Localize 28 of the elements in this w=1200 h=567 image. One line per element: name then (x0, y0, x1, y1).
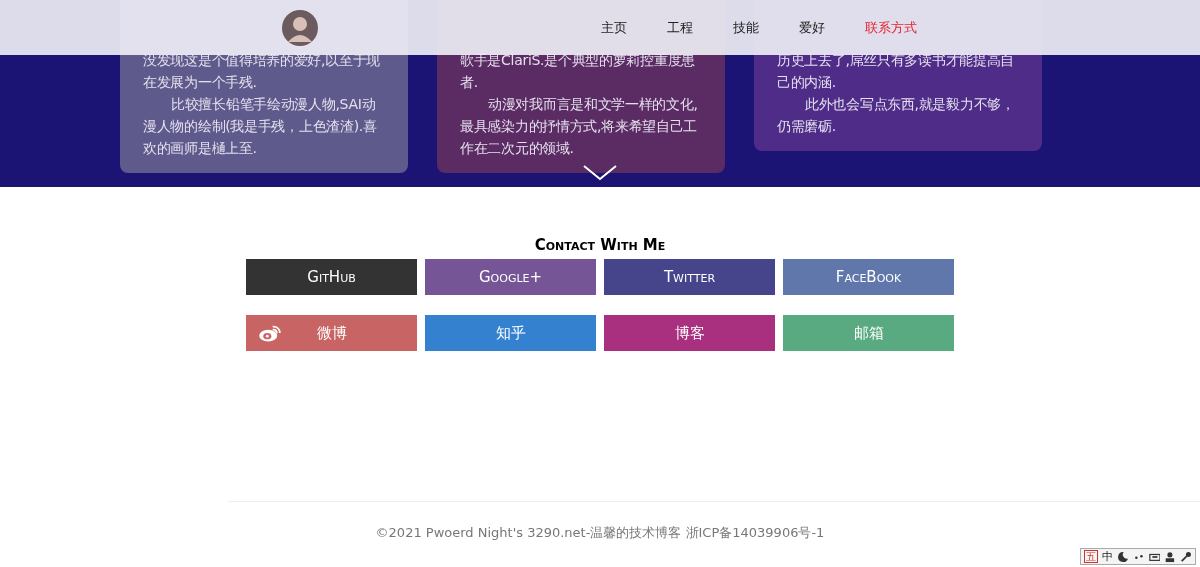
contact-button[interactable]: 博客 (604, 315, 775, 351)
card-paragraph: 历史上去了,屌丝只有多读书才能提高自己的内涵. (777, 51, 1016, 92)
nav-link[interactable]: 技能 (732, 18, 760, 37)
contact-button[interactable]: 知乎 (425, 315, 596, 351)
card-paragraph: 歌手是ClariS.是个典型的萝莉控重度患者. (460, 51, 696, 92)
wrench-icon[interactable] (1180, 550, 1192, 563)
nav-link[interactable]: 爱好 (798, 18, 826, 37)
section-title: Contact With Me (534, 235, 666, 255)
contact-button[interactable]: Google+ (425, 259, 596, 295)
copyright-text: ©2021 Pwoerd Night's 3290.net-温馨的技术博客 浙ICP备14039906号-1 (374, 524, 826, 542)
contact-button[interactable]: 微博 (246, 315, 417, 351)
contact-button[interactable]: Twitter (604, 259, 775, 295)
ime-mode-icon[interactable]: 五 (1084, 550, 1098, 563)
contact-button[interactable]: GitHub (246, 259, 417, 295)
card-paragraph: 比较擅长铅笔手绘动漫人物,SAI动漫人物的绘制(我是手残，上色渣渣).喜欢的画师是樋上至. (143, 95, 378, 158)
chevron-down-icon[interactable] (582, 164, 618, 182)
language-toggle[interactable]: 中 (1102, 550, 1113, 563)
card-paragraph: 动漫对我而言是和文学一样的文化,最具感染力的抒情方式,将来希望自己工作在二次元的领域. (460, 95, 699, 158)
weibo-icon (258, 324, 282, 342)
nav-link[interactable]: 联系方式 (864, 18, 918, 37)
avatar[interactable] (282, 9, 318, 46)
nav-link[interactable]: 工程 (666, 18, 694, 37)
moon-icon[interactable] (1117, 550, 1129, 563)
card-paragraph: 此外也会写点东西,就是毅力不够，仍需磨砺. (777, 95, 1016, 136)
nav-link[interactable]: 主页 (600, 18, 628, 37)
contact-button[interactable]: FaceBook (783, 259, 954, 295)
card-paragraph: 没发现这是个值得培养的爱好,以至于现在发展为一个手残. (143, 51, 382, 92)
user-icon[interactable] (1164, 550, 1177, 563)
